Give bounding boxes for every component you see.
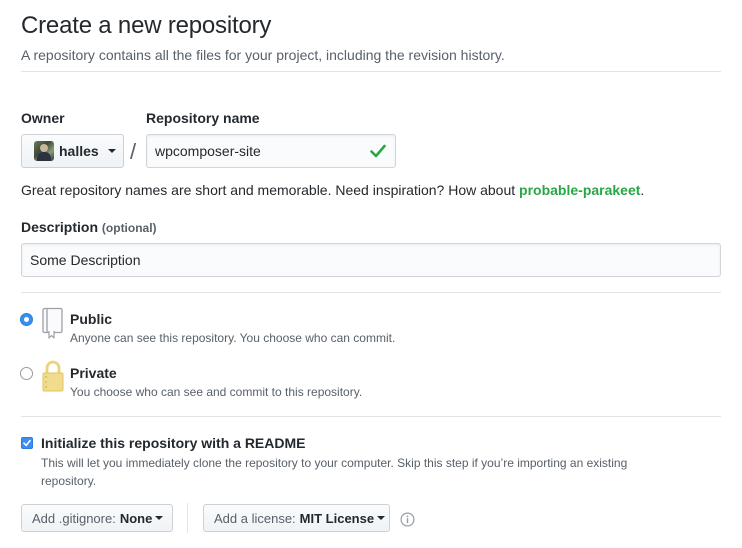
repo-name-value: wpcomposer-site [155,143,261,159]
book-icon [41,307,65,344]
owner-dropdown[interactable]: halles [21,134,124,168]
public-radio[interactable] [20,313,33,326]
readme-note: This will let you immediately clone the … [41,456,628,488]
public-note: Anyone can see this repository. You choo… [70,331,396,345]
checkmark-icon [23,439,31,447]
lock-icon [41,359,65,398]
page-title: Create a new repository [21,12,272,39]
info-icon[interactable] [400,512,415,532]
owner-repo-separator: / [130,139,137,164]
header-divider [21,71,721,72]
button-divider [187,503,188,533]
repo-name-hint: Great repository names are short and mem… [21,182,645,198]
readme-checkbox[interactable] [21,437,33,449]
readme-label[interactable]: Initialize this repository with a README [41,435,305,451]
checkmark-icon [370,144,386,161]
owner-label: Owner [21,110,65,126]
avatar [34,141,54,161]
optional-tag: (optional) [101,221,157,235]
repo-name-input[interactable]: wpcomposer-site [146,134,396,168]
license-dropdown[interactable]: Add a license: MIT License [203,504,390,532]
caret-down-icon [107,149,116,153]
description-divider [21,292,721,293]
repo-name-label: Repository name [146,110,260,126]
private-radio[interactable] [20,367,33,380]
gitignore-value: None [119,510,153,526]
public-title: Public [70,311,113,327]
page-subtitle: A repository contains all the files for … [21,47,505,63]
private-note: You choose who can see and commit to thi… [70,385,363,399]
description-value: Some Description [30,252,141,268]
caret-down-icon [377,516,386,520]
gitignore-prefix: Add .gitignore: [32,510,116,526]
license-prefix: Add a license: [214,510,296,526]
caret-down-icon [155,516,164,520]
owner-username: halles [59,143,99,159]
visibility-divider [21,416,721,417]
gitignore-dropdown[interactable]: Add .gitignore: None [21,504,173,532]
name-suggestion-link[interactable]: probable-parakeet [519,182,640,198]
description-input[interactable]: Some Description [21,243,721,277]
license-value: MIT License [299,510,375,526]
private-title: Private [70,365,117,381]
description-label: Description (optional) [21,219,157,235]
